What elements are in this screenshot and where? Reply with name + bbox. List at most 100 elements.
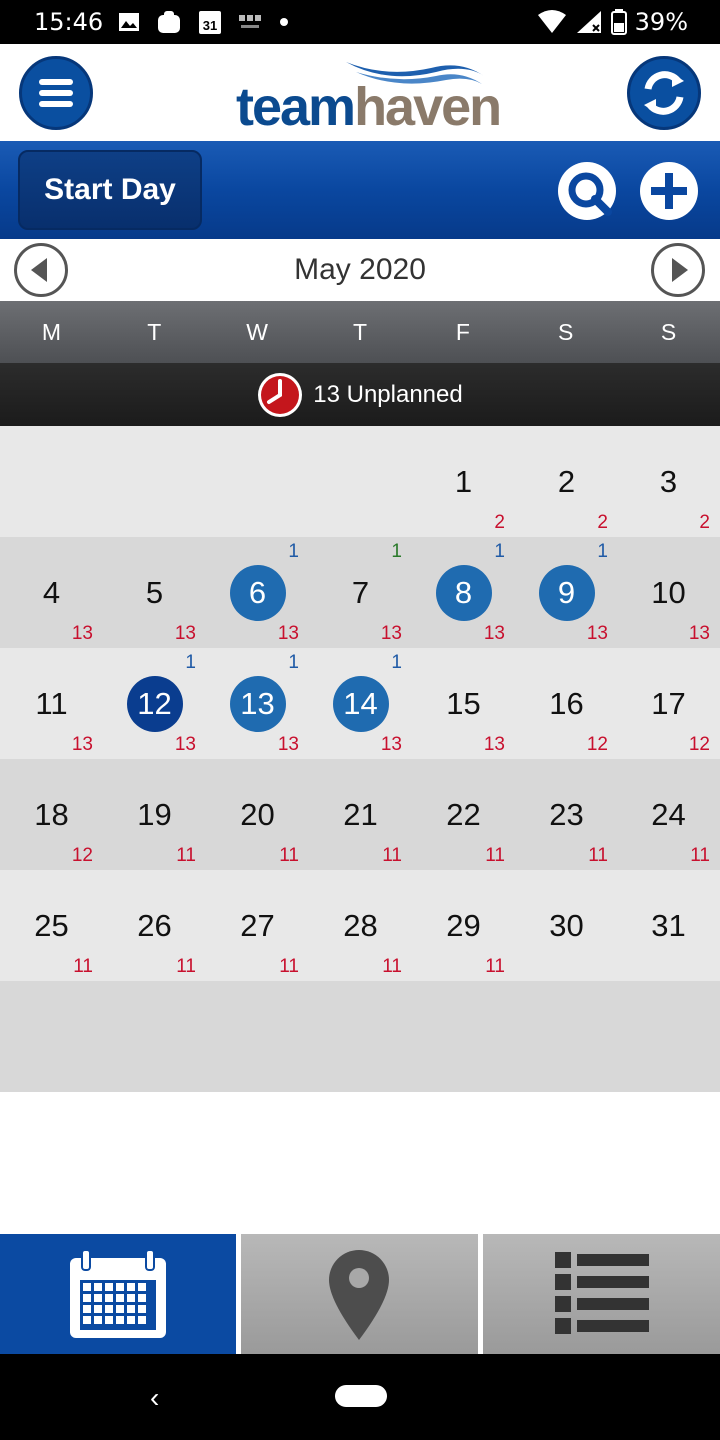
day-cell[interactable]: 19 11 [103, 759, 206, 870]
day-cell[interactable]: 16 12 [515, 648, 618, 759]
day-cell[interactable]: 25 11 [0, 870, 103, 981]
day-number: 8 [454, 575, 473, 610]
day-cell[interactable]: 20 11 [206, 759, 309, 870]
logo-team: team [236, 77, 356, 137]
day-count-blue: 1 [391, 652, 402, 673]
day-cell[interactable]: 8 1 13 [412, 537, 515, 648]
day-number: 18 [34, 797, 69, 832]
tab-list[interactable] [483, 1234, 720, 1354]
day-number: 28 [343, 908, 378, 943]
day-cell[interactable]: 7 1 13 [309, 537, 412, 648]
day-count-red: 2 [699, 512, 710, 533]
day-number: 15 [446, 686, 481, 721]
tab-calendar[interactable] [0, 1234, 236, 1354]
day-cell[interactable]: 23 11 [515, 759, 618, 870]
day-number: 19 [137, 797, 172, 832]
day-number: 3 [659, 464, 678, 499]
battery-icon [610, 9, 627, 35]
start-day-button[interactable]: Start Day [18, 150, 202, 230]
home-button[interactable] [335, 1385, 387, 1407]
unplanned-bar[interactable]: 13 Unplanned [0, 363, 720, 426]
menu-button[interactable] [19, 56, 93, 130]
week-row: 11 13 12 1 13 13 1 13 14 1 13 15 13 16 12 17 12 [0, 648, 720, 759]
weekday-label: T [352, 319, 368, 345]
day-cell[interactable]: 32 [617, 426, 720, 537]
day-cell[interactable]: 22 [515, 426, 618, 537]
weekday-label: S [558, 319, 574, 345]
image-icon [119, 13, 139, 31]
back-button[interactable]: ‹ [150, 1382, 159, 1414]
day-cell[interactable]: 9 1 13 [515, 537, 618, 648]
day-cell[interactable]: 13 1 13 [206, 648, 309, 759]
day-number: 16 [549, 686, 584, 721]
day-cell[interactable]: 22 11 [412, 759, 515, 870]
dot-icon [280, 18, 288, 26]
sync-icon [644, 71, 684, 115]
day-number: 5 [145, 575, 164, 610]
day-count-red: 11 [73, 956, 93, 977]
day-cell[interactable]: 5 13 [103, 537, 206, 648]
day-cell[interactable]: 4 13 [0, 537, 103, 648]
day-count-red: 2 [494, 512, 505, 533]
next-month-button[interactable] [651, 243, 705, 297]
day-cell[interactable]: 26 11 [103, 870, 206, 981]
day-number: 1 [454, 464, 473, 499]
day-count-blue: 1 [494, 541, 505, 562]
day-cell[interactable]: 29 11 [412, 870, 515, 981]
day-count-red: 13 [71, 623, 93, 644]
bag-icon [158, 11, 180, 33]
day-cell[interactable]: 28 11 [309, 870, 412, 981]
day-count-blue: 1 [288, 652, 299, 673]
status-bar: 15:46 31 39% [0, 0, 720, 44]
day-number: 24 [651, 797, 686, 832]
month-title: May 2020 [294, 253, 426, 286]
action-toolbar: Start Day [0, 141, 720, 239]
day-count-red: 13 [71, 734, 93, 755]
wifi-icon [537, 10, 566, 33]
day-cell[interactable]: 12 [412, 426, 515, 537]
day-count-red: 13 [483, 623, 505, 644]
day-number: 26 [137, 908, 172, 943]
calendar-badge-text: 31 [203, 18, 217, 33]
day-count-red: 11 [690, 845, 710, 866]
day-cell[interactable]: 11 13 [0, 648, 103, 759]
day-count-red: 13 [483, 734, 505, 755]
week-row [0, 981, 720, 1092]
day-cell[interactable]: 18 12 [0, 759, 103, 870]
day-count-red: 2 [597, 512, 608, 533]
hamburger-menu-icon [39, 79, 73, 107]
day-cell[interactable]: 24 11 [617, 759, 720, 870]
day-cell[interactable]: 12 1 13 [103, 648, 206, 759]
day-count-red: 11 [485, 845, 505, 866]
sync-button[interactable] [627, 56, 701, 130]
day-number: 20 [240, 797, 275, 832]
day-count-green: 1 [391, 541, 402, 562]
add-button[interactable] [638, 160, 700, 222]
day-number: 25 [34, 908, 69, 943]
day-cell[interactable]: 6 1 13 [206, 537, 309, 648]
day-number: 10 [651, 575, 686, 610]
day-number: 2 [557, 464, 576, 499]
day-cell[interactable]: 15 13 [412, 648, 515, 759]
day-number: 11 [35, 686, 68, 721]
day-number: 30 [549, 908, 584, 943]
day-count-blue: 1 [597, 541, 608, 562]
week-row: 18 12 19 11 20 11 21 11 22 11 23 11 24 11 [0, 759, 720, 870]
weekday-label: M [41, 319, 62, 345]
day-cell[interactable]: 30 [515, 870, 618, 981]
calendar-icon [70, 1249, 166, 1338]
day-cell[interactable]: 17 12 [617, 648, 720, 759]
day-cell[interactable]: 10 13 [617, 537, 720, 648]
battery-percent: 39% [634, 8, 688, 36]
day-cell[interactable]: 14 1 13 [309, 648, 412, 759]
search-button[interactable] [556, 160, 618, 222]
day-cell[interactable]: 27 11 [206, 870, 309, 981]
day-cell[interactable]: 31 [617, 870, 720, 981]
day-count-red: 13 [380, 623, 402, 644]
bottom-tab-bar [0, 1234, 720, 1354]
day-count-blue: 1 [185, 652, 196, 673]
tab-map[interactable] [241, 1234, 478, 1354]
unplanned-text: 13 Unplanned [313, 380, 463, 408]
weekday-label: W [246, 319, 268, 345]
day-cell[interactable]: 21 11 [309, 759, 412, 870]
